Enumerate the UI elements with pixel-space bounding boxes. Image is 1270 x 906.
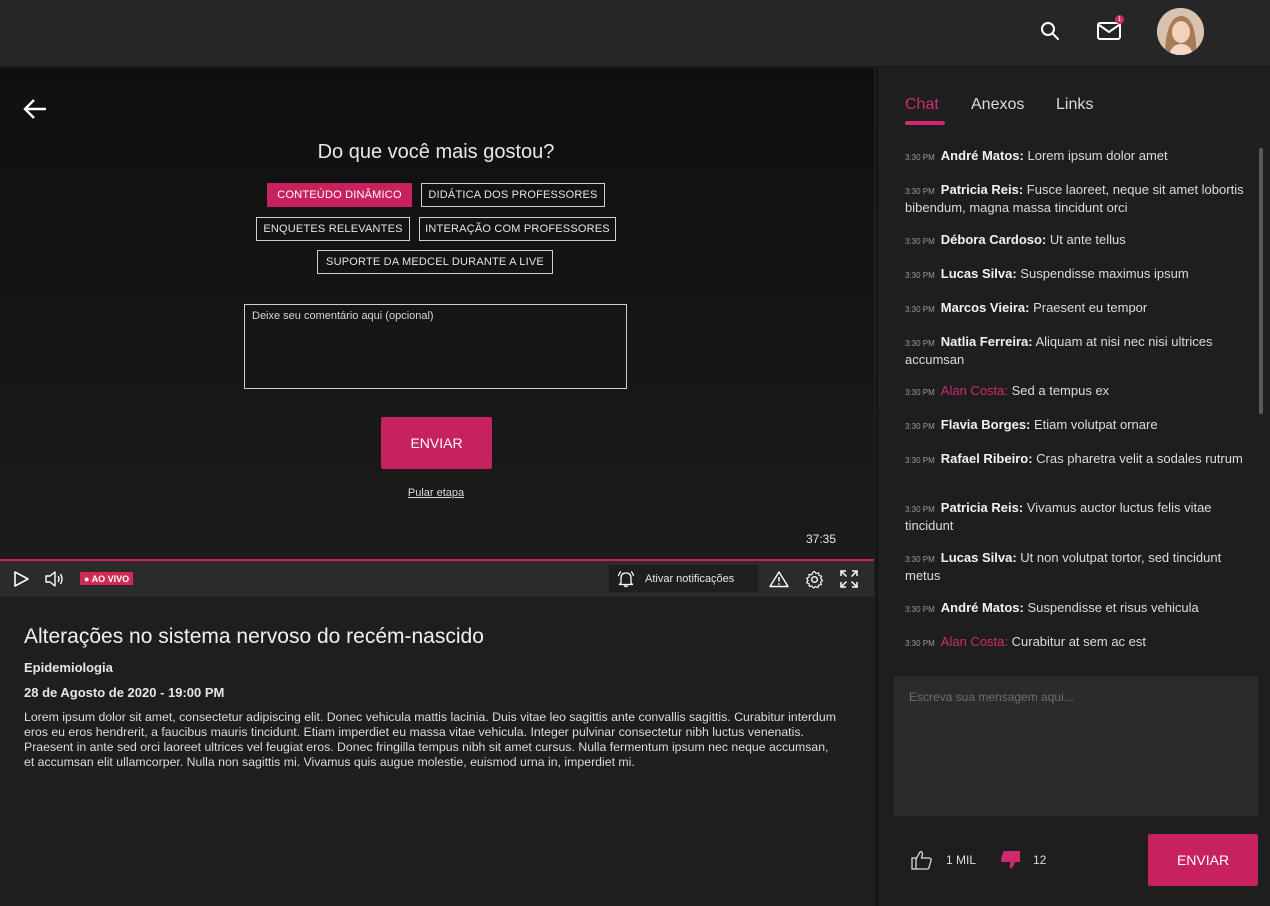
message-time: 3:30 PM (905, 339, 935, 348)
bell-icon (617, 570, 635, 588)
thumbs-down-icon[interactable] (999, 850, 1021, 874)
message-text: Etiam volutpat ornare (1034, 417, 1158, 432)
live-badge: ● AO VIVO (80, 572, 134, 585)
avatar[interactable] (1157, 8, 1204, 55)
message-text: Praesent eu tempor (1033, 300, 1148, 315)
skip-link[interactable]: Pular etapa (380, 487, 492, 499)
message-author: Lucas Silva: (940, 550, 1017, 565)
message-time: 3:30 PM (905, 388, 935, 397)
option-didatica-professores[interactable]: DIDÁTICA DOS PROFESSORES (421, 183, 605, 207)
survey-title: Do que você mais gostou? (317, 141, 555, 163)
chat-input[interactable]: Escreva sua mensagem aqui... (894, 676, 1258, 816)
message-author: Marcos Vieira: (940, 300, 1030, 315)
message-time: 3:30 PM (905, 605, 935, 614)
message-time: 3:30 PM (905, 555, 935, 564)
message-time: 3:30 PM (905, 639, 935, 648)
video-area: Do que você mais gostou? CONTEÚDO DINÂMI… (0, 68, 874, 561)
video-time: 37:35 (806, 532, 837, 546)
message-author: Patricia Reis: (940, 182, 1024, 197)
message-author: Débora Cardoso: (940, 232, 1047, 247)
message-time: 3:30 PM (905, 187, 935, 196)
chat-message: 3:30 PM André Matos: Suspendisse et risus… (905, 600, 1245, 618)
message-text: Sed a tempus ex (1011, 383, 1110, 398)
mail-badge: 1 (1115, 15, 1124, 24)
message-author: Rafael Ribeiro: (940, 451, 1033, 466)
chat-message: 3:30 PM Lucas Silva: Suspendisse maximus … (905, 266, 1245, 284)
notifications-button[interactable]: Ativar notificações (609, 565, 758, 592)
message-author: Natlia Ferreira: (940, 334, 1033, 349)
message-text: Curabitur at sem ac est (1011, 634, 1147, 649)
notifications-label: Ativar notificações (645, 572, 735, 585)
tab-anexos[interactable]: Anexos (971, 96, 1024, 114)
message-time: 3:30 PM (905, 271, 935, 280)
settings-gear-icon[interactable] (804, 569, 824, 589)
message-author: André Matos: (940, 148, 1024, 163)
option-conteudo-dinamico[interactable]: CONTEÚDO DINÂMICO (267, 183, 412, 207)
tab-chat[interactable]: Chat (905, 96, 939, 114)
message-author: Lucas Silva: (940, 266, 1017, 281)
comment-field[interactable]: Deixe seu comentário aqui (opcional) (244, 304, 627, 389)
top-bar: 1 (0, 0, 1270, 67)
chat-message: 3:30 PM Rafael Ribeiro: Cras pharetra vel… (905, 451, 1245, 469)
player-controls: ● AO VIVO Ativar notificações (0, 561, 874, 597)
search-icon[interactable] (1037, 18, 1063, 44)
chat-send-button[interactable]: ENVIAR (1148, 834, 1258, 886)
volume-icon[interactable] (44, 569, 64, 589)
message-text: Suspendisse maximus ipsum (1020, 266, 1189, 281)
message-author: Flavia Borges: (940, 417, 1031, 432)
tab-underline (905, 121, 945, 125)
chat-message: 3:30 PM Alan Costa: Sed a tempus ex (905, 383, 1245, 401)
message-time: 3:30 PM (905, 456, 935, 465)
message-text: Cras pharetra velit a sodales rutrum (1036, 451, 1243, 466)
survey-submit-button[interactable]: ENVIAR (381, 417, 492, 469)
message-time: 3:30 PM (905, 422, 935, 431)
thumbs-up-icon[interactable] (911, 850, 933, 874)
fullscreen-icon[interactable] (839, 569, 859, 589)
chat-message: 3:30 PM Natlia Ferreira: Aliquam at nisi … (905, 334, 1245, 368)
message-time: 3:30 PM (905, 505, 935, 514)
lesson-title: Alterações no sistema nervoso do recém-n… (24, 625, 484, 648)
chat-message: 3:30 PM Débora Cardoso: Ut ante tellus (905, 232, 1245, 250)
dislikes-count: 12 (1033, 853, 1047, 867)
chat-message: 3:30 PM Lucas Silva: Ut non volutpat tort… (905, 550, 1245, 584)
option-suporte-medcel[interactable]: SUPORTE DA MEDCEL DURANTE A LIVE (317, 250, 553, 274)
chat-message: 3:30 PM Patricia Reis: Fusce laoreet, neq… (905, 182, 1245, 216)
message-time: 3:30 PM (905, 305, 935, 314)
option-enquetes-relevantes[interactable]: ENQUETES RELEVANTES (256, 217, 410, 241)
message-time: 3:30 PM (905, 237, 935, 246)
tab-links[interactable]: Links (1056, 96, 1093, 114)
chat-message: 3:30 PM Marcos Vieira: Praesent eu tempor (905, 300, 1245, 318)
play-icon[interactable] (11, 569, 31, 589)
message-text: Suspendisse et risus vehicula (1027, 600, 1199, 615)
message-author: André Matos: (940, 600, 1024, 615)
chat-message: 3:30 PM Alan Costa: Curabitur at sem ac e… (905, 634, 1245, 652)
message-text: Ut ante tellus (1049, 232, 1126, 247)
option-interacao-professores[interactable]: INTERAÇÃO COM PROFESSORES (419, 217, 616, 241)
message-text: Lorem ipsum dolor amet (1027, 148, 1168, 163)
lesson-category: Epidemiologia (24, 660, 113, 675)
chat-sidebar: Chat Anexos Links 3:30 PM André Matos: Lo… (876, 68, 1270, 906)
message-time: 3:30 PM (905, 153, 935, 162)
chat-message: 3:30 PM Patricia Reis: Vivamus auctor luc… (905, 500, 1245, 534)
message-author: Alan Costa: (940, 634, 1008, 649)
message-author: Patricia Reis: (940, 500, 1024, 515)
lesson-description: Lorem ipsum dolor sit amet, consectetur … (24, 710, 836, 769)
chat-scrollbar[interactable] (1259, 148, 1263, 414)
lesson-date: 28 de Agosto de 2020 - 19:00 PM (24, 685, 225, 700)
warning-icon[interactable] (769, 569, 789, 589)
back-arrow-icon[interactable] (22, 98, 50, 122)
lesson-info: Alterações no sistema nervoso do recém-n… (0, 597, 874, 906)
chat-message: 3:30 PM Flavia Borges: Etiam volutpat orn… (905, 417, 1245, 435)
likes-count: 1 MIL (946, 853, 977, 867)
chat-message: 3:30 PM André Matos: Lorem ipsum dolor am… (905, 148, 1245, 166)
message-author: Alan Costa: (940, 383, 1008, 398)
mail-icon[interactable]: 1 (1096, 15, 1124, 44)
